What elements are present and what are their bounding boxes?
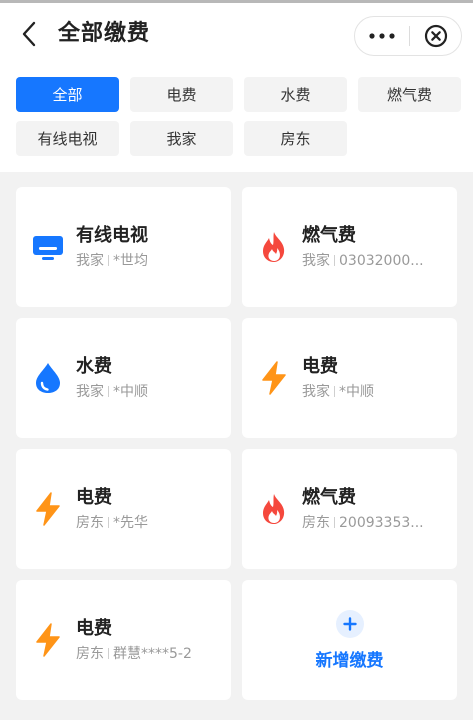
payment-card-electricity[interactable]: 电费 我家 *中顺 — [242, 318, 457, 438]
filter-chip-gas[interactable]: 燃气费 — [358, 77, 461, 112]
lightning-icon — [32, 492, 64, 526]
close-button[interactable] — [410, 17, 461, 55]
card-group: 我家 — [302, 384, 330, 400]
payment-card-gas[interactable]: 燃气费 房东 20093353... — [242, 449, 457, 569]
card-title: 有线电视 — [76, 225, 148, 246]
water-drop-icon — [32, 362, 64, 394]
payment-grid: 有线电视 我家 *世均 燃气费 我家 03032000... 水费 我家 *中顺 — [0, 172, 473, 720]
more-dots-icon — [369, 33, 395, 39]
card-title: 电费 — [76, 618, 112, 639]
card-group: 房东 — [302, 515, 330, 531]
payment-card-gas[interactable]: 燃气费 我家 03032000... — [242, 187, 457, 307]
card-title: 燃气费 — [302, 225, 356, 246]
card-group: 房东 — [76, 646, 104, 662]
card-title: 电费 — [76, 487, 112, 508]
card-title: 电费 — [302, 356, 338, 377]
subtitle-divider — [334, 386, 335, 397]
card-title: 燃气费 — [302, 487, 356, 508]
card-group: 我家 — [76, 384, 104, 400]
subtitle-divider — [334, 517, 335, 528]
add-payment-label: 新增缴费 — [315, 651, 384, 671]
card-subtitle: 房东 20093353... — [302, 513, 452, 533]
subtitle-divider — [108, 386, 109, 397]
plus-icon — [336, 610, 364, 638]
card-subtitle: 我家 03032000... — [302, 251, 452, 271]
card-account: 03032000... — [339, 253, 424, 269]
more-button[interactable] — [355, 17, 409, 55]
card-subtitle: 我家 *世均 — [76, 251, 226, 271]
filter-chip-cable-tv[interactable]: 有线电视 — [16, 121, 119, 156]
tv-icon — [32, 231, 64, 263]
flame-icon — [258, 493, 290, 525]
subtitle-divider — [334, 255, 335, 266]
filter-chip-my-home[interactable]: 我家 — [130, 121, 233, 156]
subtitle-divider — [108, 255, 109, 266]
page-title: 全部缴费 — [58, 21, 151, 46]
card-group: 房东 — [76, 515, 104, 531]
card-account: 20093353... — [339, 515, 424, 531]
card-account: *中顺 — [339, 384, 374, 400]
flame-icon — [258, 231, 290, 263]
card-account: *先华 — [113, 515, 148, 531]
card-account: *世均 — [113, 253, 148, 269]
lightning-icon — [258, 361, 290, 395]
filter-chip-water[interactable]: 水费 — [244, 77, 347, 112]
filter-chip-landlord[interactable]: 房东 — [244, 121, 347, 156]
card-subtitle: 我家 *中顺 — [302, 382, 452, 402]
subtitle-divider — [108, 517, 109, 528]
back-button[interactable] — [14, 19, 44, 49]
payment-card-electricity[interactable]: 电费 房东 群慧****5-2 — [16, 580, 231, 700]
payment-card-water[interactable]: 水费 我家 *中顺 — [16, 318, 231, 438]
add-payment-card[interactable]: 新增缴费 — [242, 580, 457, 700]
card-account: *中顺 — [113, 384, 148, 400]
card-subtitle: 房东 群慧****5-2 — [76, 644, 226, 664]
card-group: 我家 — [302, 253, 330, 269]
filter-bar: 全部 电费 水费 燃气费 有线电视 我家 房东 — [0, 65, 473, 172]
card-subtitle: 我家 *中顺 — [76, 382, 226, 402]
payment-card-electricity[interactable]: 电费 房东 *先华 — [16, 449, 231, 569]
card-group: 我家 — [76, 253, 104, 269]
filter-chip-electricity[interactable]: 电费 — [130, 77, 233, 112]
payment-card-cable-tv[interactable]: 有线电视 我家 *世均 — [16, 187, 231, 307]
card-title: 水费 — [76, 356, 112, 377]
card-subtitle: 房东 *先华 — [76, 513, 226, 533]
subtitle-divider — [108, 648, 109, 659]
card-account: 群慧****5-2 — [113, 646, 192, 662]
close-circle-icon — [424, 24, 447, 48]
lightning-icon — [32, 623, 64, 657]
header-bar: 全部缴费 — [0, 3, 473, 65]
mini-program-capsule — [354, 16, 462, 56]
chevron-left-icon — [22, 21, 36, 47]
filter-chip-all[interactable]: 全部 — [16, 77, 119, 112]
